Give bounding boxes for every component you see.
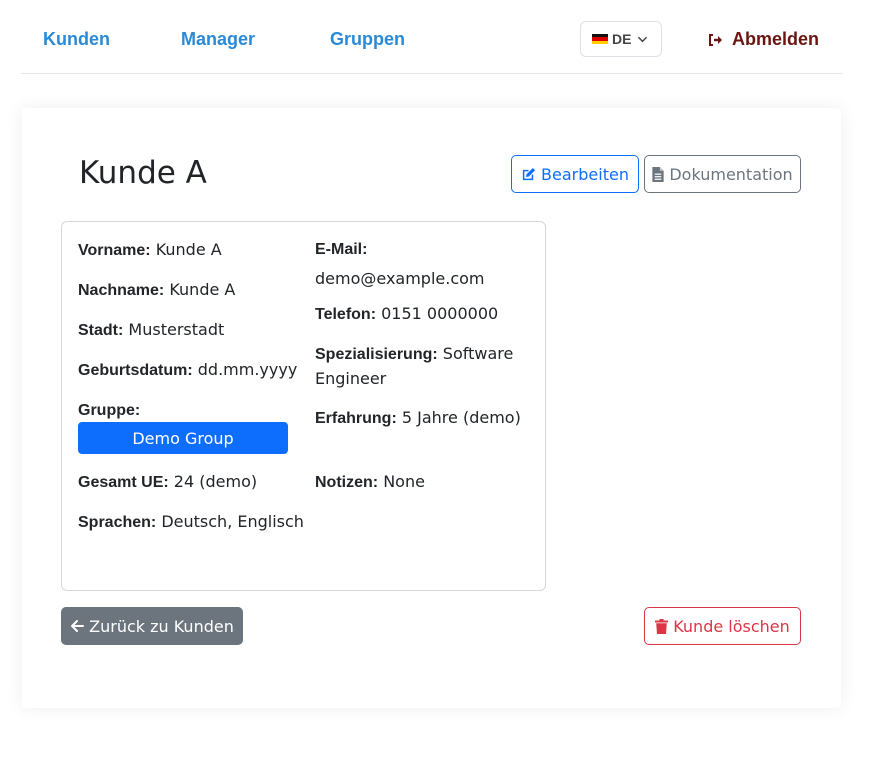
field-gruppe: Gruppe: bbox=[78, 402, 141, 419]
document-icon bbox=[652, 166, 664, 182]
field-stadt: Stadt: Musterstadt bbox=[78, 320, 225, 339]
delete-customer-button[interactable]: Kunde löschen bbox=[644, 607, 801, 645]
delete-label: Kunde löschen bbox=[673, 616, 790, 636]
logout-icon bbox=[709, 33, 722, 46]
logout-label: Abmelden bbox=[732, 29, 820, 49]
field-spezialisierung: Spezialisierung: Software Engineer bbox=[315, 344, 514, 388]
documentation-label: Dokumentation bbox=[669, 164, 793, 184]
field-nachname: Nachname: Kunde A bbox=[78, 280, 236, 299]
german-flag-icon bbox=[592, 33, 608, 45]
group-badge[interactable]: Demo Group bbox=[78, 422, 288, 454]
customer-info-box: Vorname: Kunde A Nachname: Kunde A Stadt… bbox=[61, 221, 546, 591]
customer-card: Kunde A Bearbeiten Dokumentation Vorname… bbox=[22, 108, 841, 708]
top-navbar: Kunden Manager Gruppen DE Abmelden bbox=[0, 0, 870, 74]
field-notizen: Notizen: None bbox=[315, 472, 425, 491]
nav-link-kunden[interactable]: Kunden bbox=[43, 29, 110, 50]
nav-link-manager[interactable]: Manager bbox=[181, 29, 255, 50]
field-erfahrung: Erfahrung: 5 Jahre (demo) bbox=[315, 408, 521, 427]
chevron-down-icon bbox=[638, 36, 648, 42]
edit-button[interactable]: Bearbeiten bbox=[511, 155, 639, 193]
back-label: Zurück zu Kunden bbox=[89, 616, 234, 636]
field-telefon: Telefon: 0151 0000000 bbox=[315, 304, 499, 323]
language-select[interactable]: DE bbox=[580, 21, 662, 57]
field-email: E-Mail: demo@example.com bbox=[315, 241, 485, 288]
trash-icon bbox=[655, 618, 669, 634]
edit-icon bbox=[522, 167, 536, 180]
logout-button[interactable]: Abmelden bbox=[708, 29, 819, 50]
nav-link-gruppen[interactable]: Gruppen bbox=[330, 29, 405, 50]
back-to-customers-button[interactable]: Zurück zu Kunden bbox=[61, 607, 243, 645]
page-title: Kunde A bbox=[79, 155, 207, 191]
documentation-button[interactable]: Dokumentation bbox=[644, 155, 801, 193]
edit-label: Bearbeiten bbox=[541, 164, 629, 184]
nav-divider bbox=[21, 73, 842, 74]
field-sprachen: Sprachen: Deutsch, Englisch bbox=[78, 512, 304, 531]
field-gesamt-ue: Gesamt UE: 24 (demo) bbox=[78, 472, 258, 491]
field-vorname: Vorname: Kunde A bbox=[78, 240, 222, 259]
field-geburtsdatum: Geburtsdatum: dd.mm.yyyy bbox=[78, 360, 298, 379]
arrow-left-icon bbox=[71, 620, 85, 632]
language-code: DE bbox=[612, 31, 632, 47]
